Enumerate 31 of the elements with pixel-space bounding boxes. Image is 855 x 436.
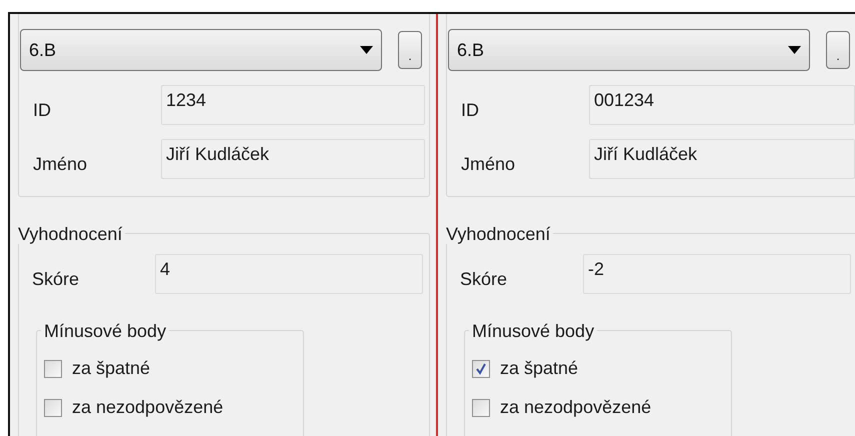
text-field[interactable]: Jiří Kudláček (589, 139, 855, 179)
browse-button[interactable]: . (826, 31, 850, 69)
checkbox-label: za špatné (72, 357, 150, 380)
field-label: Skóre (31, 268, 80, 290)
group-title: Vyhodnocení (446, 224, 554, 244)
field-label: Skóre (459, 268, 508, 290)
field-label: ID (460, 98, 480, 122)
browse-button[interactable]: . (398, 31, 422, 69)
checkbox-label: za špatné (500, 357, 578, 380)
group-title: Mínusové body (41, 321, 170, 341)
class-dropdown[interactable]: 6.B (20, 29, 382, 71)
class-dropdown[interactable]: 6.B (448, 29, 810, 71)
group-title: Mínusové body (469, 321, 598, 341)
field-label: ID (32, 98, 52, 122)
checkbox[interactable] (472, 398, 490, 416)
checkbox[interactable] (44, 398, 62, 416)
checkbox-label: za nezodpovězené (500, 396, 652, 419)
dropdown-arrow-icon (360, 46, 373, 54)
text-field[interactable]: 1234 (161, 85, 425, 125)
checkbox[interactable] (44, 360, 62, 378)
dropdown-arrow-icon (788, 46, 801, 54)
score-field[interactable]: -2 (583, 254, 851, 294)
group-title: Vyhodnocení (18, 224, 126, 244)
checkbox-label: za nezodpovězené (72, 396, 224, 419)
checkbox[interactable] (472, 360, 490, 378)
field-label: Jméno (460, 152, 516, 176)
score-field[interactable]: 4 (155, 254, 423, 294)
text-field[interactable]: 001234 (589, 85, 855, 125)
text-field[interactable]: Jiří Kudláček (161, 139, 425, 179)
checkmark-icon (475, 362, 487, 374)
field-label: Jméno (32, 152, 88, 176)
